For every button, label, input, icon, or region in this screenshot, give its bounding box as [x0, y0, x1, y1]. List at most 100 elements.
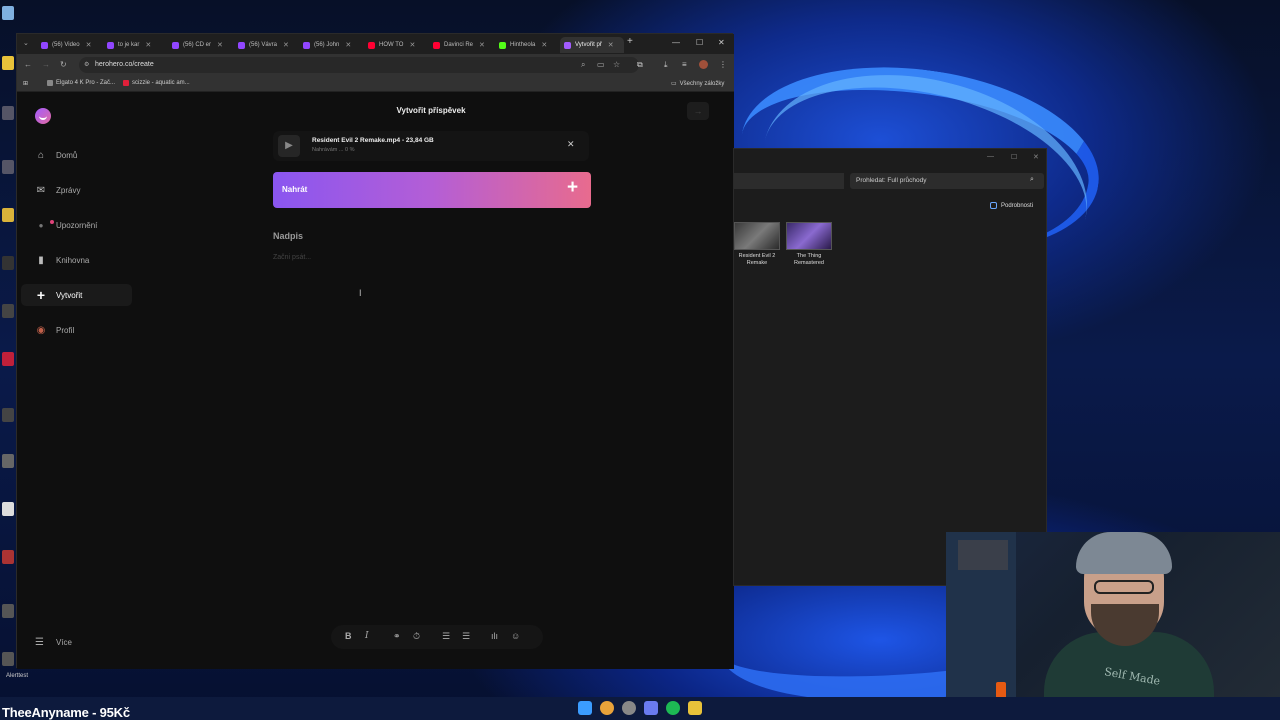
address-bar[interactable]: ⚙ herohero.co/create ⌕ ▭ ☆ — [79, 57, 639, 73]
webcam-person-hair — [1076, 532, 1172, 574]
spotify-icon[interactable] — [666, 701, 680, 715]
zoom-icon[interactable]: ⌕ — [581, 60, 585, 70]
more-button[interactable]: ☰ Více — [35, 637, 72, 648]
windows-start-icon[interactable] — [578, 701, 592, 715]
poll-icon[interactable]: ılı — [491, 631, 498, 641]
desktop-app-icon[interactable] — [2, 160, 14, 174]
maximize-icon[interactable]: ☐ — [1011, 153, 1017, 161]
minimize-icon[interactable]: — — [672, 38, 680, 47]
search-icon: ⌕ — [1030, 176, 1034, 183]
browser-tab[interactable]: Hintheola ✕ — [495, 37, 559, 53]
details-button[interactable]: Podrobnosti — [990, 202, 1033, 209]
browser-tab-active[interactable]: Vytvořit př ✕ — [560, 37, 624, 53]
chrome-icon[interactable] — [600, 701, 614, 715]
bold-icon[interactable]: B — [345, 631, 352, 641]
sidebar-item-create[interactable]: + Vytvořit — [21, 284, 132, 306]
menu-icon[interactable]: ⋮ — [719, 60, 727, 69]
bookmark-item[interactable]: Elgato 4 K Pro - Zač... — [47, 80, 115, 86]
close-window-icon[interactable]: ✕ — [1033, 153, 1039, 161]
desktop-app-icon[interactable] — [2, 454, 14, 468]
link-icon[interactable]: ⚭ — [393, 631, 401, 642]
extensions-icon[interactable]: ⧉ — [637, 60, 643, 70]
media-icon[interactable]: ≡ — [682, 60, 687, 69]
tab-close-icon[interactable]: ✕ — [86, 41, 92, 49]
file-label-line: Resident Evil 2 — [738, 253, 776, 259]
star-icon[interactable]: ☆ — [613, 60, 620, 69]
desktop-app-icon[interactable] — [2, 106, 14, 120]
recycle-bin-icon[interactable] — [2, 6, 14, 20]
browser-tab[interactable]: HOW TO ✕ — [364, 37, 428, 53]
emoji-icon[interactable]: ☺ — [511, 631, 520, 641]
close-window-icon[interactable]: ✕ — [718, 38, 725, 47]
numbered-list-icon[interactable]: ☰ — [462, 631, 470, 642]
desktop-app-icon[interactable] — [2, 604, 14, 618]
sidebar-item-label: Vytvořit — [56, 290, 83, 300]
video-thumbnail[interactable] — [786, 222, 832, 250]
tab-close-icon[interactable]: ✕ — [409, 41, 415, 49]
browser-tab[interactable]: to je kar ✕ — [103, 37, 165, 53]
italic-icon[interactable]: I — [365, 631, 369, 641]
maximize-icon[interactable]: ☐ — [696, 38, 703, 47]
heading-input[interactable]: Nadpis — [273, 231, 303, 241]
back-icon[interactable]: ← — [24, 60, 32, 69]
obs-icon[interactable] — [622, 701, 636, 715]
upload-button[interactable]: Nahrát + — [273, 172, 591, 208]
tab-close-icon[interactable]: ✕ — [608, 41, 614, 49]
sidebar-item-home[interactable]: ⌂ Domů — [21, 144, 132, 166]
browser-tab[interactable]: (56) Video ✕ — [37, 37, 101, 53]
browser-tab[interactable]: (56) John ✕ — [299, 37, 363, 53]
browser-tab[interactable]: (56) Vávra ✕ — [234, 37, 298, 53]
sidebar-item-label: Knihovna — [56, 255, 90, 265]
forward-icon[interactable]: → — [42, 60, 50, 69]
tab-close-icon[interactable]: ✕ — [541, 41, 547, 49]
file-name: Resident Evil 2 Remake.mp4 - 23,84 GB — [312, 137, 434, 144]
desktop-app-icon[interactable] — [2, 256, 14, 270]
desktop-app-icon[interactable] — [2, 550, 14, 564]
minimize-icon[interactable]: — — [987, 153, 994, 160]
file-explorer-icon[interactable] — [688, 701, 702, 715]
tab-favicon-icon — [172, 41, 179, 49]
desktop-app-icon[interactable] — [2, 56, 14, 70]
close-icon[interactable]: ✕ — [567, 139, 575, 150]
file-label-line: Remastered — [794, 260, 824, 266]
bookmark-item[interactable]: scizzie - aquatic am... — [123, 80, 190, 86]
tab-close-icon[interactable]: ✕ — [283, 41, 289, 49]
desktop-app-icon[interactable] — [2, 352, 14, 366]
sidebar-item-library[interactable]: ▮ Knihovna — [21, 249, 132, 271]
reload-icon[interactable]: ↻ — [60, 60, 67, 69]
desktop-app-icon[interactable] — [2, 408, 14, 422]
url-text: herohero.co/create — [95, 61, 154, 68]
browser-tab[interactable]: Davinci Re ✕ — [429, 37, 493, 53]
tab-close-icon[interactable]: ✕ — [145, 41, 151, 49]
body-editor[interactable]: Začni psát... — [273, 254, 311, 261]
sidebar-item-messages[interactable]: ✉ Zprávy — [21, 179, 132, 201]
folder-icon[interactable] — [2, 208, 14, 222]
tab-search-icon[interactable]: ⌄ — [23, 39, 29, 47]
site-info-icon[interactable]: ⚙ — [84, 61, 89, 68]
address-bar[interactable] — [734, 173, 844, 189]
play-icon[interactable]: ▶ — [278, 135, 300, 157]
profile-avatar-icon[interactable] — [699, 60, 708, 69]
tab-close-icon[interactable]: ✕ — [217, 41, 223, 49]
all-bookmarks[interactable]: ▭ Všechny záložky — [671, 80, 724, 88]
sidebar-item-notifications[interactable]: ● Upozornění — [21, 214, 132, 236]
new-tab-icon[interactable]: + — [627, 36, 633, 47]
tab-close-icon[interactable]: ✕ — [479, 41, 485, 49]
bullet-list-icon[interactable]: ☰ — [442, 631, 450, 642]
cast-icon[interactable]: ▭ — [597, 60, 605, 69]
video-thumbnail[interactable] — [734, 222, 780, 250]
timer-icon[interactable]: ⏱ — [413, 631, 420, 642]
desktop-app-icon[interactable] — [2, 502, 14, 516]
publish-arrow-button[interactable]: → — [687, 102, 709, 120]
desktop-app-icon[interactable] — [2, 652, 14, 666]
apps-icon[interactable]: ⊞ — [23, 80, 28, 87]
discord-icon[interactable] — [644, 701, 658, 715]
browser-tab[interactable]: (56) CD er ✕ — [168, 37, 232, 53]
desktop-app-icon[interactable] — [2, 304, 14, 318]
download-icon[interactable]: ⤓ — [664, 60, 668, 70]
sidebar-item-profile[interactable]: ◉ Profil — [21, 319, 132, 341]
search-input[interactable]: Prohledat: Full průchody ⌕ — [850, 173, 1044, 189]
tab-close-icon[interactable]: ✕ — [345, 41, 351, 49]
webcam-overlay: Self Made — [946, 532, 1280, 720]
herohero-logo-icon[interactable] — [35, 108, 51, 124]
